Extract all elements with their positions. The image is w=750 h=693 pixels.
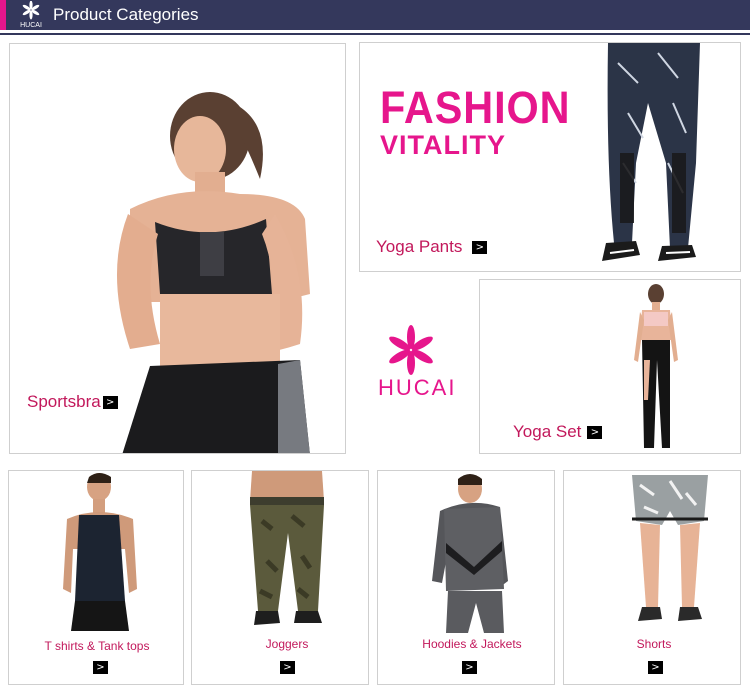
sportsbra-arrow-icon[interactable]: > xyxy=(102,396,118,410)
hoodie-model-image xyxy=(432,474,508,633)
hucai-logo-icon: HUCAI xyxy=(16,0,46,29)
section-header: HUCAI Product Categories xyxy=(0,0,750,30)
banner-headline: FASHION xyxy=(380,82,571,133)
category-label-sportsbra: Sportsbra xyxy=(27,392,101,411)
category-card-yoga-set[interactable]: Yoga Set > xyxy=(479,279,741,454)
shorts-model-image xyxy=(632,471,708,621)
category-label-shorts: Shorts xyxy=(636,637,672,651)
yoga-pants-arrow-icon[interactable]: > xyxy=(472,241,488,255)
hucai-brand-logo-icon xyxy=(389,325,433,375)
header-accent-bar xyxy=(0,0,6,30)
category-label-tshirts-tank-tops: T shirts & Tank tops xyxy=(44,639,150,653)
category-label-joggers: Joggers xyxy=(265,637,309,651)
category-label-yoga-set: Yoga Set xyxy=(513,422,582,441)
yoga-pants-model-image xyxy=(602,43,700,261)
header-divider xyxy=(0,33,750,35)
joggers-arrow-icon[interactable]: > xyxy=(280,661,295,674)
banner-subheadline: VITALITY xyxy=(380,130,506,160)
category-card-tshirts-tank-tops[interactable]: T shirts & Tank tops > xyxy=(8,470,184,685)
brand-logo-text: HUCAI xyxy=(378,375,457,400)
header-logo-text: HUCAI xyxy=(20,22,42,29)
category-label-yoga-pants: Yoga Pants xyxy=(376,237,463,256)
category-card-yoga-pants[interactable]: FASHION VITALITY Yoga Pants > xyxy=(359,42,741,272)
category-label-hoodies-jackets: Hoodies & Jackets xyxy=(422,637,522,651)
yoga-set-arrow-icon[interactable]: > xyxy=(587,426,603,440)
page-title: Product Categories xyxy=(53,5,199,24)
tank-top-model-image xyxy=(63,473,137,631)
category-card-shorts[interactable]: Shorts > xyxy=(563,470,741,685)
yoga-set-model-image xyxy=(634,284,678,448)
category-card-sportsbra[interactable]: Sportsbra > xyxy=(9,43,346,454)
shorts-arrow-icon[interactable]: > xyxy=(648,661,663,674)
category-card-hoodies-jackets[interactable]: Hoodies & Jackets > xyxy=(377,470,555,685)
joggers-model-image xyxy=(250,471,324,625)
category-card-joggers[interactable]: Joggers > xyxy=(191,470,369,685)
hoodies-arrow-icon[interactable]: > xyxy=(462,661,477,674)
tshirts-arrow-icon[interactable]: > xyxy=(93,661,108,674)
